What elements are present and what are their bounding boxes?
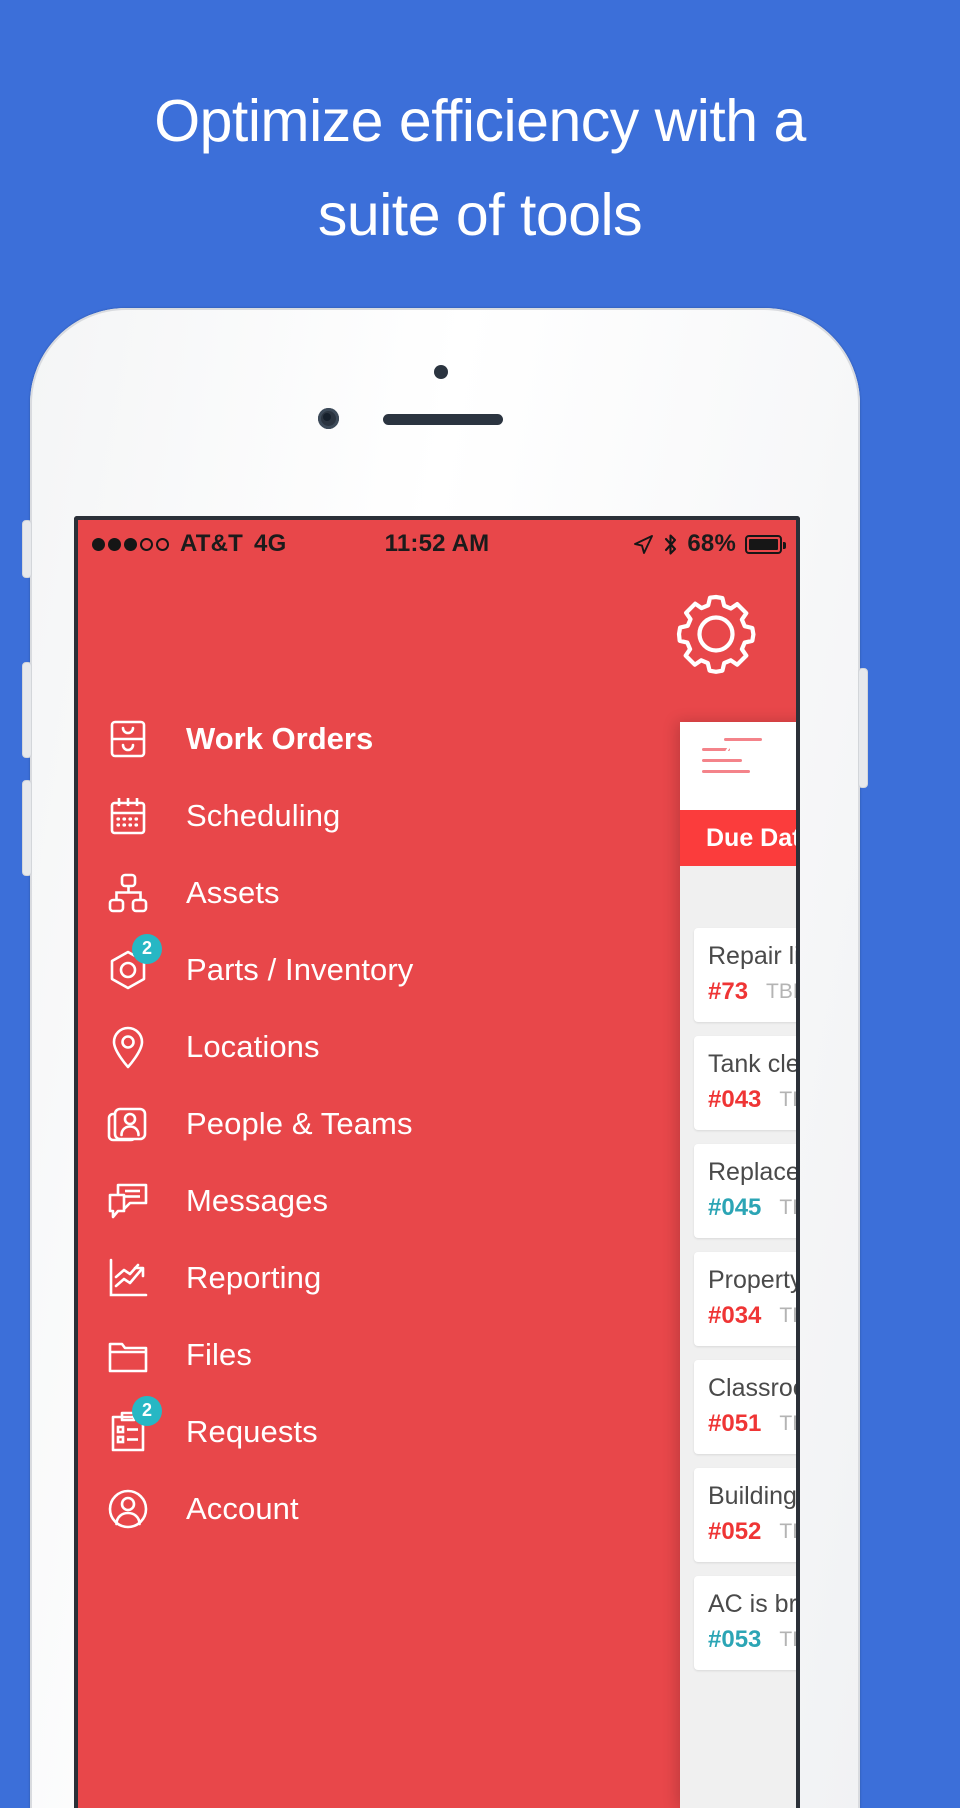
- status-bar-right: 68%: [633, 530, 786, 558]
- work-orders-list-panel: 4 W Due Date Repair light fixture #73 TB…: [680, 722, 800, 1808]
- list-panel-header: 4 W: [680, 722, 796, 810]
- folder-icon: [100, 1327, 156, 1383]
- work-order-due: TBD: [779, 1304, 796, 1327]
- sidebar-item-label: Account: [186, 1490, 299, 1526]
- work-order-meta: #051 TBD 10: [708, 1410, 796, 1438]
- work-order-due: TBD: [779, 1520, 796, 1543]
- work-orders-icon: [100, 711, 156, 767]
- work-order-id: #73: [708, 978, 749, 1005]
- work-order-title: Property walk throug: [708, 1266, 800, 1294]
- list-item[interactable]: AC is broken #053 TBD 2: [694, 1576, 797, 1670]
- list-item[interactable]: Replace tv #045 TBD 1 5: [694, 1144, 800, 1238]
- work-order-meta: #052 TBD 1 Uni: [708, 1518, 796, 1546]
- work-order-title: Replace tv: [708, 1158, 800, 1186]
- sidebar-item-requests[interactable]: 2 Requests: [78, 1393, 608, 1470]
- work-order-id: #045: [708, 1194, 762, 1221]
- sidebar-item-scheduling[interactable]: Scheduling: [78, 777, 608, 854]
- requests-icon: 2: [100, 1395, 162, 1460]
- sidebar-item-label: People & Teams: [186, 1105, 413, 1141]
- status-bar: AT&T 4G 11:52 AM 68%: [78, 520, 796, 568]
- sidebar-item-label: Requests: [186, 1413, 318, 1449]
- battery-icon: [745, 534, 786, 554]
- sidebar-item-label: Files: [186, 1336, 252, 1372]
- sidebar-item-label: Scheduling: [186, 797, 341, 833]
- list-item[interactable]: Repair light fixture #73 TBD 1 16: [694, 928, 800, 1022]
- work-order-id: #051: [708, 1410, 762, 1437]
- sidebar-item-messages[interactable]: Messages: [78, 1162, 608, 1239]
- app-screen: AT&T 4G 11:52 AM 68% Work Orders Schedul…: [74, 516, 800, 1808]
- work-order-due: TBD: [779, 1196, 796, 1219]
- page-headline: Optimize efficiency with a suite of tool…: [0, 74, 960, 262]
- headline-line-1: Optimize efficiency with a: [154, 88, 806, 154]
- mute-switch[interactable]: [22, 520, 32, 578]
- work-order-meta: #053 TBD 2: [708, 1626, 796, 1654]
- work-order-due: TBD: [766, 980, 796, 1003]
- assets-icon: [100, 865, 156, 921]
- sidebar-item-label: Reporting: [186, 1259, 322, 1295]
- work-order-meta: #034 TBD 3 Uni: [708, 1302, 796, 1330]
- gear-icon: [676, 594, 756, 674]
- list-item[interactable]: Property walk throug #034 TBD 3 Uni: [694, 1252, 800, 1346]
- account-user-icon: [100, 1481, 156, 1537]
- settings-button[interactable]: [668, 586, 764, 682]
- sidebar-item-reporting[interactable]: Reporting: [78, 1239, 608, 1316]
- sidebar-item-label: Parts / Inventory: [186, 951, 414, 987]
- phone-mockup: AT&T 4G 11:52 AM 68% Work Orders Schedul…: [22, 308, 868, 1808]
- people-teams-icon: [100, 1096, 156, 1152]
- list-item[interactable]: Tank cleaning and in #043 TBD 3: [694, 1036, 800, 1130]
- sidebar-item-assets[interactable]: Assets: [78, 854, 608, 931]
- sidebar-item-label: Locations: [186, 1028, 320, 1064]
- sidebar-item-account[interactable]: Account: [78, 1470, 608, 1547]
- work-order-meta: #045 TBD 1 5: [708, 1194, 796, 1222]
- work-order-id: #053: [708, 1626, 762, 1653]
- work-order-id: #034: [708, 1302, 762, 1329]
- reporting-chart-icon: [100, 1250, 156, 1306]
- work-order-meta: #043 TBD 3: [708, 1086, 796, 1114]
- parts-inventory-icon: 2: [100, 933, 162, 998]
- work-orders-list[interactable]: Repair light fixture #73 TBD 1 16: [680, 866, 800, 1808]
- sort-header-due-date[interactable]: Due Date: [680, 810, 796, 866]
- headline-line-2: suite of tools: [317, 182, 643, 248]
- bluetooth-icon: [665, 533, 677, 555]
- calendar-icon: [100, 788, 156, 844]
- battery-percent-label: 68%: [687, 530, 736, 557]
- sidebar-item-files[interactable]: Files: [78, 1316, 608, 1393]
- sidebar-item-people-teams[interactable]: People & Teams: [78, 1085, 608, 1162]
- work-order-title: Repair light fixture: [708, 942, 800, 970]
- earpiece-speaker: [383, 414, 503, 425]
- work-order-id: #052: [708, 1518, 762, 1545]
- power-button[interactable]: [858, 668, 868, 788]
- volume-down-button[interactable]: [22, 780, 32, 876]
- list-item[interactable]: Building inspection #052 TBD 1 Uni: [694, 1468, 797, 1562]
- sidebar-badge: 2: [132, 933, 162, 964]
- work-order-title: Tank cleaning and in: [708, 1050, 800, 1078]
- work-order-due: TBD: [779, 1088, 796, 1111]
- volume-up-button[interactable]: [22, 662, 32, 758]
- sidebar-menu: Work Orders Scheduling Assets 2 Parts / …: [78, 700, 608, 1547]
- work-order-title: Building inspection: [708, 1482, 797, 1510]
- filter-badge: 4: [724, 738, 762, 763]
- work-order-title: AC is broken: [708, 1590, 797, 1618]
- sidebar-badge: 2: [132, 1395, 162, 1426]
- sidebar-item-label: Messages: [186, 1182, 329, 1218]
- sidebar-item-label: Assets: [186, 874, 280, 910]
- list-item[interactable]: Classroom Inspectio #051 TBD 10: [694, 1360, 796, 1454]
- map-pin-icon: [100, 1019, 156, 1075]
- work-order-id: #043: [708, 1086, 762, 1113]
- work-order-meta: #73 TBD 1 16: [708, 978, 796, 1006]
- sidebar-item-label: Work Orders: [186, 720, 374, 756]
- messages-icon: [100, 1173, 156, 1229]
- front-camera: [318, 408, 339, 429]
- filter-icon[interactable]: 4: [702, 738, 762, 784]
- proximity-sensor: [434, 365, 448, 379]
- sidebar-item-locations[interactable]: Locations: [78, 1008, 608, 1085]
- sidebar-item-work-orders[interactable]: Work Orders: [78, 700, 608, 777]
- work-order-title: Classroom Inspectio: [708, 1374, 796, 1402]
- location-arrow-icon: [634, 534, 654, 554]
- sidebar-item-parts-inventory[interactable]: 2 Parts / Inventory: [78, 931, 608, 1008]
- work-order-due: TBD: [779, 1628, 796, 1651]
- work-order-due: TBD: [779, 1412, 796, 1435]
